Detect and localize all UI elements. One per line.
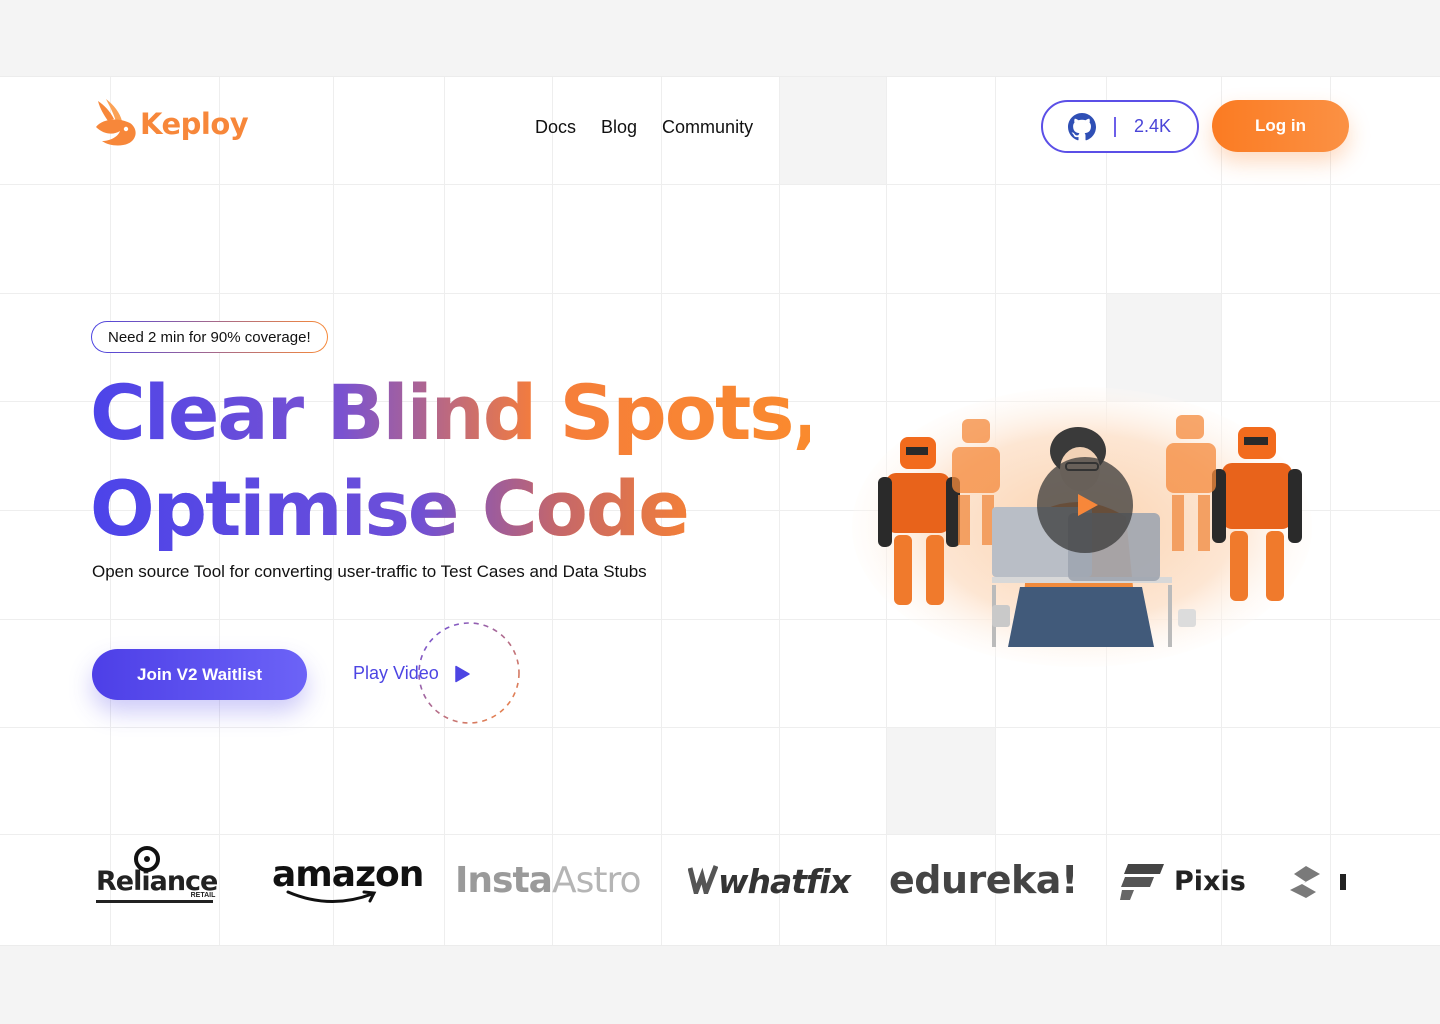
pixis-logo: Pixis [1120, 862, 1246, 900]
hero-headline: Clear Blind Spots, Optimise Code [90, 365, 810, 557]
reliance-logo: Reliance RETAIL [96, 846, 218, 903]
edureka-logo: edureka! [889, 858, 1078, 902]
astro-wordmark: Astro [551, 860, 642, 901]
grid-cell [779, 77, 886, 184]
divider [1114, 116, 1116, 137]
brand-name: Keploy [140, 107, 249, 141]
grid-line [0, 184, 1440, 185]
grid-line [1330, 77, 1331, 945]
coverage-badge: Need 2 min for 90% coverage! [91, 321, 328, 353]
coffee-cup [992, 605, 1010, 627]
pixis-wordmark: Pixis [1174, 865, 1246, 897]
keploy-logo-icon [96, 99, 136, 146]
hero-illustration[interactable] [842, 377, 1320, 677]
headline-line-1: Clear Blind Spots, [90, 368, 820, 457]
reliance-emblem-icon [134, 846, 160, 872]
headline-line-2: Optimise Code [90, 461, 810, 557]
edureka-wordmark: edureka! [889, 858, 1078, 902]
landing-page: Keploy Docs Blog Community 2.4K Log in N… [0, 76, 1440, 946]
github-icon [1068, 112, 1096, 140]
play-icon [454, 665, 470, 682]
amazon-logo: amazon [272, 854, 424, 903]
hero-subtitle: Open source Tool for converting user-tra… [92, 562, 647, 581]
insta-wordmark: Insta [455, 860, 553, 901]
nav-item-blog[interactable]: Blog [601, 117, 637, 138]
pixis-mark-icon [1120, 864, 1164, 900]
grid-cell [886, 727, 995, 834]
keploy-logo[interactable]: Keploy [92, 95, 249, 153]
whatfix-logo: whatfix [688, 862, 851, 901]
coffee-cup [1178, 609, 1196, 627]
nav-item-docs[interactable]: Docs [535, 117, 576, 138]
whatfix-wordmark: whatfix [718, 862, 851, 901]
github-stars-button[interactable]: 2.4K [1041, 100, 1199, 153]
grid-line [0, 727, 1440, 728]
reliance-retail-text: RETAIL [190, 892, 216, 899]
join-waitlist-button[interactable]: Join V2 Waitlist [92, 649, 307, 700]
github-star-count: 2.4K [1134, 116, 1172, 136]
nav-item-community[interactable]: Community [662, 117, 753, 138]
whatfix-w-icon [688, 865, 718, 894]
suzuki-logo-icon [1290, 866, 1346, 898]
suzuki-logo [1288, 864, 1352, 905]
login-button[interactable]: Log in [1212, 100, 1349, 152]
grid-line [0, 293, 1440, 294]
main-nav: Docs Blog Community [535, 117, 753, 138]
amazon-smile-icon [286, 890, 377, 903]
customer-logos: Reliance RETAIL amazon InstaAstro whatfi… [0, 834, 1440, 945]
play-video-label: Play Video [353, 663, 439, 683]
instaastro-logo: InstaAstro [455, 860, 641, 901]
play-video-link[interactable]: Play Video [353, 663, 471, 684]
reliance-underline [96, 900, 213, 903]
video-play-button [1037, 457, 1133, 553]
